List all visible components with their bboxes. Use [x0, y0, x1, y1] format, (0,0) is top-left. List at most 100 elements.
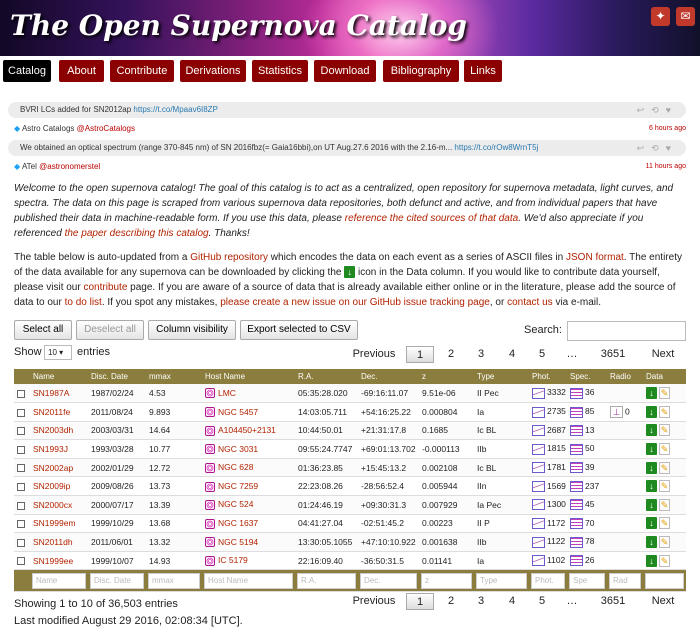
page-3[interactable]: 3	[474, 346, 488, 363]
filter-input[interactable]: mmax	[148, 572, 200, 589]
search-input[interactable]	[567, 321, 686, 341]
tab-links[interactable]: Links	[464, 60, 502, 82]
github-repo-link[interactable]: GitHub repository	[190, 252, 268, 263]
galaxy-icon[interactable]	[205, 481, 215, 492]
galaxy-icon[interactable]	[205, 537, 215, 548]
sn-name-link[interactable]: SN1993J	[33, 444, 68, 454]
page-4[interactable]: 4	[505, 346, 519, 363]
row-checkbox[interactable]	[17, 464, 25, 473]
tab-catalog[interactable]: Catalog	[3, 60, 51, 82]
download-icon[interactable]: ↓	[646, 554, 657, 567]
host-link[interactable]: A104450+2131	[218, 425, 276, 435]
tweet-time[interactable]: 11 hours ago	[646, 163, 686, 170]
download-icon[interactable]: ↓	[646, 536, 657, 549]
page-1[interactable]: 1	[406, 346, 434, 363]
export-csv-button[interactable]: Export selected to CSV	[240, 320, 358, 340]
edit-icon[interactable]: ✎	[659, 424, 670, 437]
paper-link[interactable]: the paper describing this catalog	[65, 228, 209, 239]
author-handle[interactable]: @AstroCatalogs	[77, 124, 135, 133]
todo-link[interactable]: to do list	[65, 297, 102, 308]
tab-download[interactable]: Download	[314, 60, 376, 82]
tab-contribute[interactable]: Contribute	[110, 60, 174, 82]
row-checkbox[interactable]	[17, 445, 25, 454]
download-icon[interactable]: ↓	[646, 443, 657, 456]
next-button[interactable]: Next	[648, 346, 678, 363]
page-2[interactable]: 2	[444, 346, 458, 363]
download-icon[interactable]: ↓	[646, 387, 657, 400]
spectrum-icon[interactable]	[570, 443, 583, 455]
col-disc-date[interactable]: Disc. Date	[88, 369, 146, 384]
host-link[interactable]: NGC 524	[218, 499, 253, 509]
tweet-time[interactable]: 6 hours ago	[649, 125, 686, 132]
page-5-bottom[interactable]: 5	[535, 593, 549, 610]
filter-input[interactable]: R.A.	[297, 572, 356, 589]
col-mmax[interactable]: mmax	[146, 369, 202, 384]
lightcurve-icon[interactable]	[532, 499, 545, 511]
page-5[interactable]: 5	[535, 346, 549, 363]
galaxy-icon[interactable]	[205, 425, 215, 436]
filter-input[interactable]: Rad	[609, 572, 641, 589]
galaxy-icon[interactable]	[205, 444, 215, 455]
col-name[interactable]: Name	[30, 369, 88, 384]
edit-icon[interactable]: ✎	[659, 461, 670, 474]
col-z[interactable]: z	[419, 369, 474, 384]
col-dec[interactable]: Dec.	[358, 369, 419, 384]
lightcurve-icon[interactable]	[532, 518, 545, 530]
sn-name-link[interactable]: SN2003dh	[33, 425, 73, 435]
sn-name-link[interactable]: SN1999ee	[33, 556, 73, 566]
spectrum-icon[interactable]	[570, 425, 583, 437]
col-phot[interactable]: Phot.	[529, 369, 567, 384]
row-checkbox[interactable]	[17, 557, 25, 566]
galaxy-icon[interactable]	[205, 463, 215, 474]
page-last-bottom[interactable]: 3651	[598, 593, 628, 610]
next-button-bottom[interactable]: Next	[648, 593, 678, 610]
page-1-bottom[interactable]: 1	[406, 593, 434, 610]
tweet-actions[interactable]: ↩⟲♥	[637, 102, 678, 118]
download-icon[interactable]: ↓	[646, 480, 657, 493]
col-type[interactable]: Type	[474, 369, 529, 384]
lightcurve-icon[interactable]	[532, 387, 545, 399]
spectrum-icon[interactable]	[570, 387, 583, 399]
download-icon[interactable]: ↓	[646, 424, 657, 437]
lightcurve-icon[interactable]	[532, 555, 545, 567]
filter-input[interactable]: Name	[32, 572, 86, 589]
tab-bibliography[interactable]: Bibliography	[383, 60, 459, 82]
row-checkbox[interactable]	[17, 427, 25, 436]
sn-name-link[interactable]: SN2011fe	[33, 407, 70, 417]
spectrum-icon[interactable]	[570, 406, 583, 418]
spectrum-icon[interactable]	[570, 536, 583, 548]
previous-button[interactable]: Previous	[352, 346, 396, 363]
host-link[interactable]: NGC 7259	[218, 481, 258, 491]
row-checkbox[interactable]	[17, 389, 25, 398]
edit-icon[interactable]: ✎	[659, 443, 670, 456]
tweet-link[interactable]: https://t.co/rOw8WrnT5j	[454, 143, 538, 152]
sn-name-link[interactable]: SN2011dh	[33, 537, 73, 547]
contact-link[interactable]: contact us	[507, 297, 553, 308]
lightcurve-icon[interactable]	[532, 406, 545, 418]
filter-input[interactable]: Type	[476, 572, 527, 589]
filter-input[interactable]: Disc. Date	[90, 572, 144, 589]
download-icon[interactable]: ↓	[646, 405, 657, 418]
cited-sources-link[interactable]: reference the cited sources of that data	[345, 213, 518, 224]
galaxy-icon[interactable]	[205, 518, 215, 529]
tab-about[interactable]: About	[59, 60, 104, 82]
spectrum-icon[interactable]	[570, 480, 583, 492]
galaxy-icon[interactable]	[205, 500, 215, 511]
page-2-bottom[interactable]: 2	[444, 593, 458, 610]
entries-select[interactable]: 10 ▾	[44, 345, 72, 360]
lightcurve-icon[interactable]	[532, 462, 545, 474]
host-link[interactable]: NGC 628	[218, 462, 253, 472]
row-checkbox[interactable]	[17, 501, 25, 510]
radio-icon[interactable]: ⊥	[610, 405, 623, 418]
lightcurve-icon[interactable]	[532, 480, 545, 492]
twitter-icon[interactable]: ✦	[651, 7, 670, 26]
tab-derivations[interactable]: Derivations	[180, 60, 246, 82]
row-checkbox[interactable]	[17, 538, 25, 547]
col-radio[interactable]: Radio	[607, 369, 643, 384]
filter-input[interactable]: Dec.	[360, 572, 417, 589]
col-ra[interactable]: R.A.	[295, 369, 358, 384]
author-handle[interactable]: @astronomerstel	[39, 162, 100, 171]
row-checkbox[interactable]	[17, 408, 25, 417]
col-data[interactable]: Data	[643, 369, 686, 384]
contribute-link[interactable]: contribute	[83, 282, 127, 293]
